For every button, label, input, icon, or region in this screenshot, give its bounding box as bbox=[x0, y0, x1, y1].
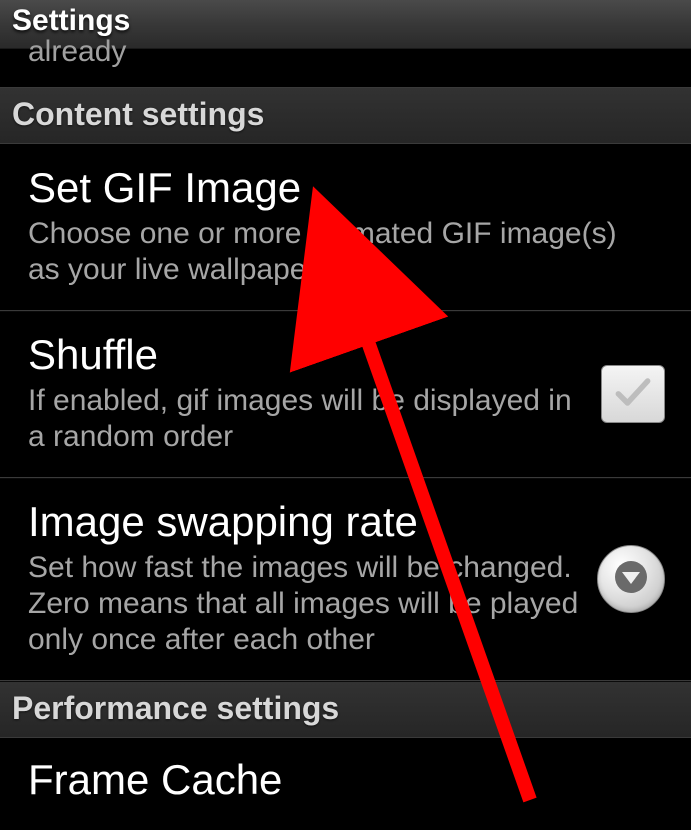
setting-title: Image swapping rate bbox=[28, 500, 585, 544]
setting-text-block: Shuffle If enabled, gif images will be d… bbox=[28, 333, 601, 455]
setting-title: Set GIF Image bbox=[28, 166, 653, 210]
section-header-label: Performance settings bbox=[12, 690, 679, 727]
section-header-content: Content settings bbox=[0, 87, 691, 144]
shuffle-checkbox[interactable] bbox=[601, 365, 665, 423]
setting-subtitle: Choose one or more animated GIF image(s)… bbox=[28, 216, 653, 288]
swap-rate-dropdown-button[interactable] bbox=[597, 545, 665, 613]
setting-text-block: Set GIF Image Choose one or more animate… bbox=[28, 166, 665, 288]
section-header-label: Content settings bbox=[12, 96, 679, 133]
check-icon bbox=[611, 370, 655, 419]
setting-text-block: Image swapping rate Set how fast the ima… bbox=[28, 500, 597, 658]
partial-text: already bbox=[28, 35, 126, 68]
setting-set-gif-image[interactable]: Set GIF Image Choose one or more animate… bbox=[0, 144, 691, 311]
setting-image-swapping-rate[interactable]: Image swapping rate Set how fast the ima… bbox=[0, 478, 691, 681]
partial-previous-row: already bbox=[0, 35, 691, 87]
setting-subtitle: If enabled, gif images will be displayed… bbox=[28, 383, 589, 455]
setting-title: Frame Cache bbox=[28, 756, 663, 804]
page-title: Settings bbox=[12, 4, 679, 38]
chevron-down-icon bbox=[613, 559, 649, 600]
setting-subtitle: Set how fast the images will be changed.… bbox=[28, 550, 585, 658]
section-header-performance: Performance settings bbox=[0, 681, 691, 738]
setting-title: Shuffle bbox=[28, 333, 589, 377]
setting-shuffle[interactable]: Shuffle If enabled, gif images will be d… bbox=[0, 311, 691, 478]
setting-frame-cache[interactable]: Frame Cache bbox=[0, 738, 691, 804]
